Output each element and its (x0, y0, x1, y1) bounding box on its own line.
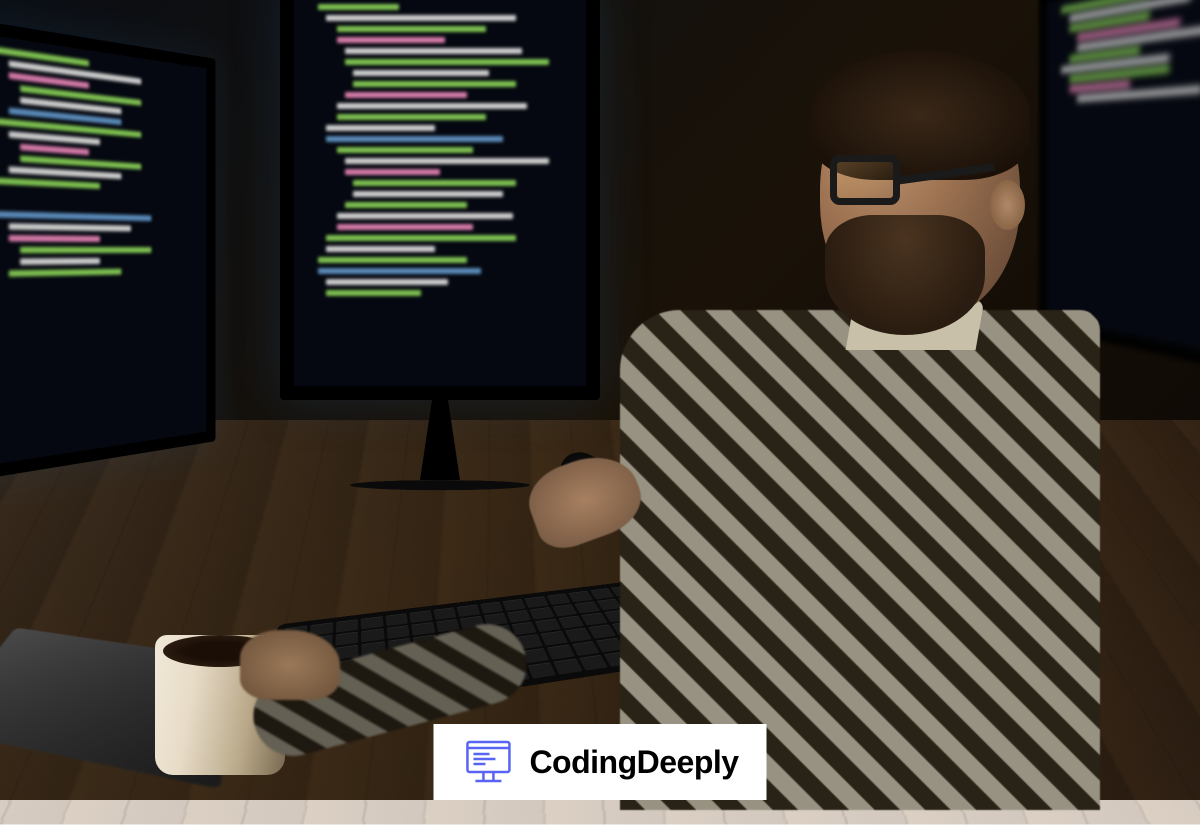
computer-code-icon (461, 738, 515, 786)
beard (825, 215, 985, 335)
monitor-left (0, 17, 215, 483)
glasses-lens (830, 155, 900, 205)
person-programmer (600, 60, 1100, 760)
brand-name: CodingDeeply (529, 744, 738, 781)
ear (990, 180, 1025, 230)
photograph-scene: CodingDeeply (0, 0, 1200, 800)
monitor-center (280, 0, 600, 400)
code-content (0, 32, 206, 294)
brand-watermark: CodingDeeply (433, 724, 766, 800)
left-hand (240, 630, 340, 700)
code-content (294, 0, 586, 311)
